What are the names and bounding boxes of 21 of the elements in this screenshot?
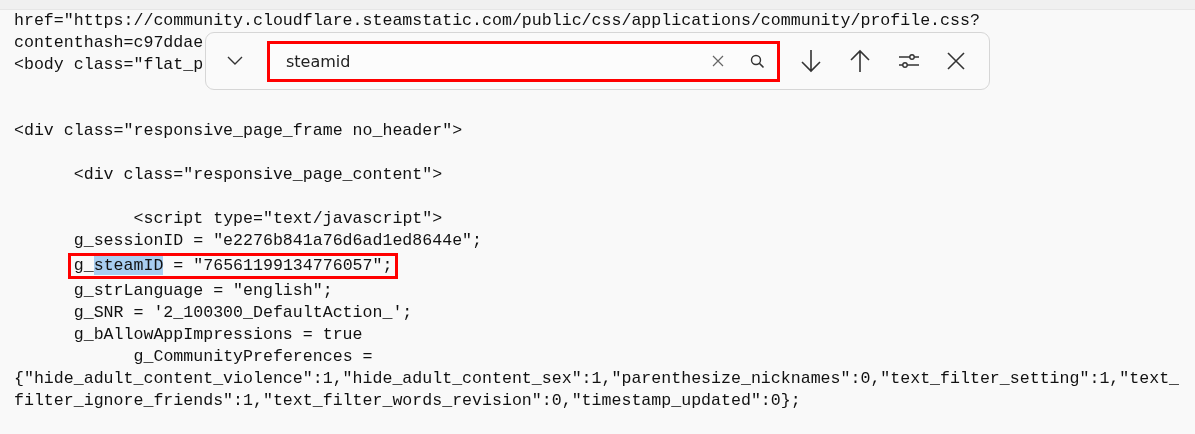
code-line: g_CommunityPreferences = (133, 347, 373, 366)
clear-icon[interactable] (712, 55, 724, 67)
code-line: contenthash=c97ddae (14, 33, 204, 52)
arrow-down-icon[interactable] (800, 49, 822, 73)
arrow-up-icon[interactable] (849, 49, 871, 73)
code-line: g_bAllowAppImpressions = true (73, 325, 363, 344)
code-line: g_SNR = '2_100300_DefaultAction_'; (73, 303, 413, 322)
code-line: <div class="responsive_page_frame no_header"> (14, 121, 463, 140)
code-line: href="https://community.cloudflare.steamstatic.com/public/css/applications/community/profile.css? (14, 11, 980, 30)
close-icon[interactable] (947, 52, 965, 70)
code-line: g_strLanguage = "english"; (73, 281, 333, 300)
code-line: {"hide_adult_content_violence":1,"hide_adult_content_sex":1,"parenthesize_nicknames":0,"text_filter_setting":1,"text_ (14, 369, 1180, 388)
search-input[interactable]: steamid (284, 50, 712, 72)
code-line: <script type="text/javascript"> (133, 209, 443, 228)
code-line: <div class="responsive_page_content"> (73, 165, 443, 184)
code-line: <body class="flat_p (14, 55, 204, 74)
code-line: filter_ignore_friends":1,"text_filter_words_revision":0,"timestamp_updated":0}; (14, 391, 801, 410)
code-line: g_sessionID = "e2276b841a76d6ad1ed8644e"; (73, 231, 483, 250)
search-icon[interactable] (750, 53, 765, 69)
search-field[interactable]: steamid (267, 40, 780, 82)
settings-icon[interactable] (898, 52, 920, 70)
